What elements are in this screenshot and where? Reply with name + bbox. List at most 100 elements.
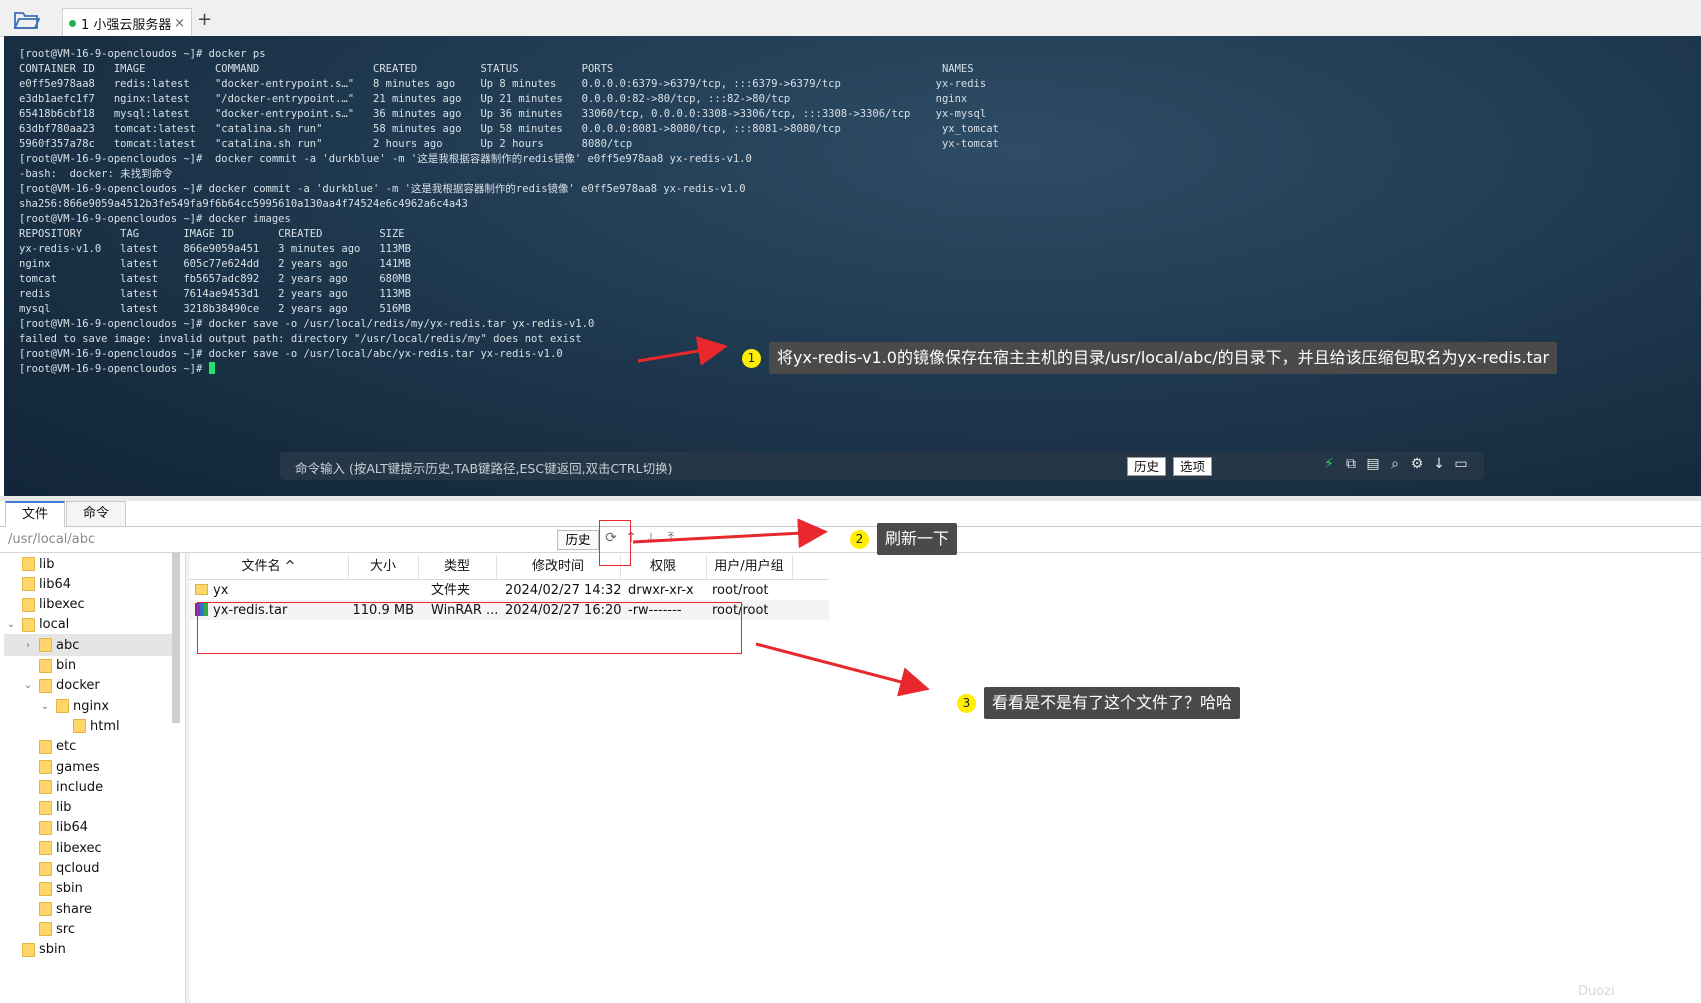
file-type: 文件夹 [431, 583, 471, 598]
terminal-line: failed to save image: invalid output pat… [19, 333, 582, 345]
tree-item-docker[interactable]: ⌄ docker [4, 675, 172, 697]
add-tab-icon[interactable]: + [197, 9, 212, 30]
file-list-header: 文件名 ^ 大小 类型 修改时间 权限 用户/用户组 [189, 555, 829, 580]
copy-icon[interactable]: ⧉ [1342, 456, 1360, 476]
tree-item-label: abc [56, 637, 80, 653]
tree-item-html[interactable]: html [4, 715, 172, 737]
tree-item-share[interactable]: share [4, 898, 172, 920]
tree-item-lib64[interactable]: lib64 [4, 817, 172, 839]
arrow-down-icon[interactable]: ↓ [1430, 456, 1448, 476]
tree-item-label: local [39, 617, 70, 633]
column-filename[interactable]: 文件名 ^ [189, 555, 349, 579]
tree-item-libexec[interactable]: libexec [4, 837, 172, 859]
folder-icon [39, 638, 52, 653]
column-type[interactable]: 类型 [418, 555, 497, 579]
tree-item-label: sbin [39, 942, 66, 958]
gear-icon[interactable]: ⚙ [1408, 456, 1426, 476]
tree-item-local[interactable]: ⌄ local [4, 614, 172, 636]
terminal-line: e3db1aefc1f7 nginx:latest "/docker-entry… [19, 93, 968, 105]
terminal-line: REPOSITORY TAG IMAGE ID CREATED SIZE [19, 228, 405, 240]
upload-icon[interactable]: ⤒ [663, 530, 679, 546]
current-path-input[interactable]: /usr/local/abc [8, 532, 95, 547]
session-tab[interactable]: 1 小强云服务器 × [62, 8, 192, 37]
tree-item-sbin[interactable]: sbin [4, 939, 172, 961]
arrow-to-callout-3 [755, 642, 930, 697]
directory-tree[interactable]: lib lib64 libexec ⌄ local › abc bin ⌄ docker ⌄ ngin… [4, 553, 174, 1003]
paste-icon[interactable]: ▤ [1364, 456, 1382, 476]
tree-item-abc[interactable]: › abc [4, 634, 172, 657]
terminal-line: sha256:866e9059a4512b3fe549fa9f6b64cc599… [19, 198, 468, 210]
folder-icon [39, 780, 52, 795]
chevron-right-icon[interactable]: › [23, 640, 33, 651]
session-tab-bar: 1 小强云服务器 × + [0, 0, 1701, 37]
tree-item-label: games [56, 759, 100, 775]
tree-item-src[interactable]: src [4, 918, 172, 940]
folder-icon [22, 942, 35, 957]
annotation-callout-3: 看看是不是有了这个文件了？哈哈 [984, 687, 1241, 719]
tab-commands[interactable]: 命令 [66, 501, 126, 526]
command-input-placeholder: 命令输入 (按ALT键提示历史,TAB键路径,ESC键返回,双击CTRL切换) [295, 461, 673, 476]
lightning-icon[interactable]: ⚡ [1320, 456, 1338, 476]
tree-item-label: libexec [56, 840, 102, 856]
file-permissions: drwxr-xr-x [628, 583, 694, 598]
tree-splitter[interactable] [185, 553, 190, 1003]
command-options-button[interactable]: 选项 [1173, 457, 1213, 476]
tree-item-lib[interactable]: lib [4, 553, 172, 575]
tree-item-qcloud[interactable]: qcloud [4, 858, 172, 880]
tree-item-games[interactable]: games [4, 756, 172, 778]
tree-item-include[interactable]: include [4, 776, 172, 798]
terminal-line: [root@VM-16-9-opencloudos ~]# docker ima… [19, 213, 291, 225]
tree-item-lib64[interactable]: lib64 [4, 573, 172, 595]
window-icon[interactable]: ▭ [1452, 456, 1470, 476]
path-history-button[interactable]: 历史 [557, 530, 599, 550]
tree-item-etc[interactable]: etc [4, 736, 172, 758]
file-row[interactable]: yx 文件夹 2024/02/27 14:32 drwxr-xr-x root/… [189, 580, 829, 600]
column-owner[interactable]: 用户/用户组 [706, 555, 793, 579]
open-folder-icon[interactable] [12, 8, 40, 30]
download-icon[interactable]: ⤓ [643, 530, 659, 546]
terminal-line: [root@VM-16-9-opencloudos ~]# docker ps [19, 48, 266, 60]
tree-item-label: src [56, 921, 75, 937]
terminal-line: nginx latest 605c77e624dd 2 years ago 14… [19, 258, 411, 270]
chevron-down-icon[interactable]: ⌄ [6, 619, 16, 630]
terminal-line: yx-redis-v1.0 latest 866e9059a451 3 minu… [19, 243, 411, 255]
tree-scrollbar[interactable] [172, 553, 180, 723]
tree-item-libexec[interactable]: libexec [4, 594, 172, 616]
folder-icon [39, 902, 52, 917]
tree-item-label: bin [56, 658, 77, 673]
refresh-highlight-box [599, 520, 631, 566]
chevron-down-icon[interactable]: ⌄ [40, 701, 50, 712]
tree-item-sbin[interactable]: sbin [4, 878, 172, 900]
folder-icon [39, 841, 52, 856]
terminal-line: 65418b6cbf18 mysql:latest "docker-entryp… [19, 108, 987, 120]
folder-icon [22, 557, 35, 571]
tree-item-bin[interactable]: bin [4, 655, 172, 677]
tree-item-nginx[interactable]: ⌄ nginx [4, 695, 172, 717]
tree-item-lib[interactable]: lib [4, 797, 172, 819]
annotation-badge-2: 2 [850, 530, 869, 549]
folder-icon [56, 699, 69, 714]
command-input-bar[interactable]: 命令输入 (按ALT键提示历史,TAB键路径,ESC键返回,双击CTRL切换) … [280, 452, 1484, 480]
tree-item-label: qcloud [56, 861, 100, 876]
chevron-down-icon[interactable]: ⌄ [23, 680, 33, 691]
search-icon[interactable]: ⌕ [1386, 456, 1404, 476]
column-size[interactable]: 大小 [348, 555, 419, 579]
tab-files[interactable]: 文件 [5, 501, 65, 527]
folder-icon [39, 881, 52, 896]
close-tab-icon[interactable]: × [174, 16, 185, 31]
column-permissions[interactable]: 权限 [620, 555, 707, 579]
terminal-line: -bash: docker: 未找到命令 [19, 168, 173, 180]
terminal-line: [root@VM-16-9-opencloudos ~]# docker sav… [19, 318, 595, 330]
tree-item-label: lib64 [39, 576, 72, 592]
folder-icon [39, 739, 52, 754]
terminal[interactable]: [root@VM-16-9-opencloudos ~]# docker ps … [4, 36, 1701, 496]
folder-icon [22, 617, 35, 632]
terminal-line: 63dbf780aa23 tomcat:latest "catalina.sh … [19, 123, 999, 135]
terminal-line: e0ff5e978aa8 redis:latest "docker-entryp… [19, 78, 987, 90]
terminal-line: mysql latest 3218b38490ce 2 years ago 51… [19, 303, 411, 315]
terminal-prompt: [root@VM-16-9-opencloudos ~]# [19, 363, 209, 375]
terminal-line: [root@VM-16-9-opencloudos ~]# docker com… [19, 153, 752, 165]
folder-icon [39, 861, 52, 876]
command-history-button[interactable]: 历史 [1127, 457, 1167, 476]
tree-item-label: libexec [39, 597, 85, 613]
